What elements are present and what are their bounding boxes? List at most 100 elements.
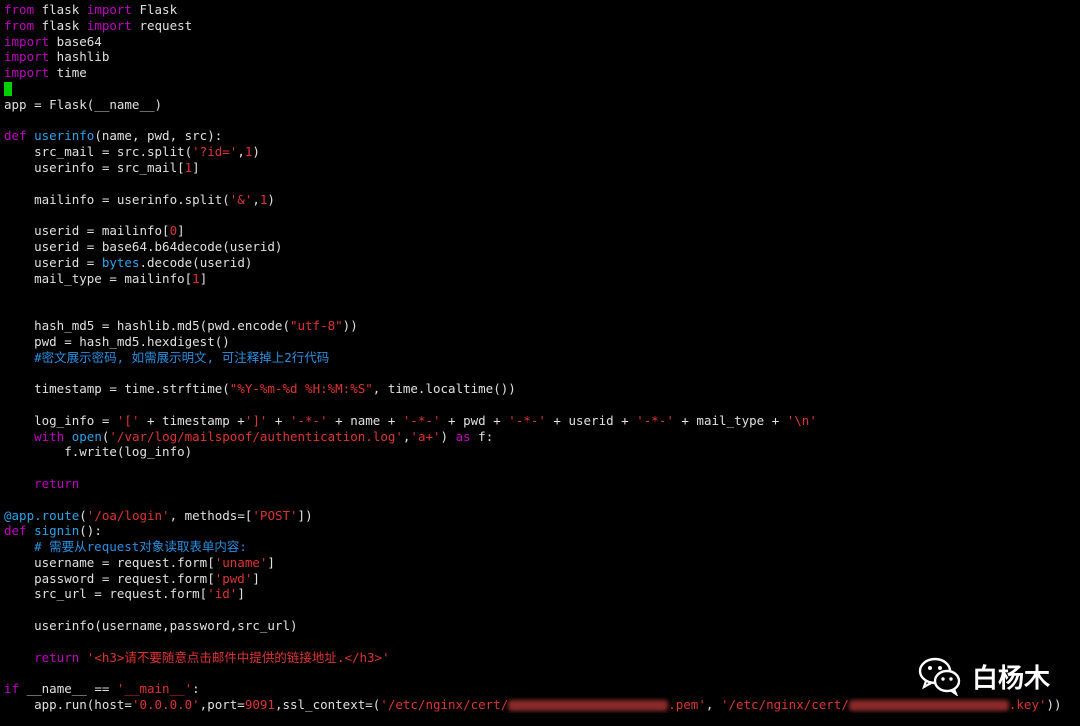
code-text: ) [440, 428, 456, 444]
string-literal: '-*-' [289, 412, 328, 428]
code-line-23: #密文展示密码, 如需展示明文, 可注释掉上2行代码 [4, 350, 1080, 366]
code-text: mail_type = mailinfo[ [4, 270, 193, 286]
keyword: with [34, 428, 65, 444]
code-text: (name, pwd, src): [94, 128, 223, 144]
code-line-40: userinfo(username,password,src_url) [4, 618, 1080, 634]
code-text: src_mail = src.split( [4, 144, 193, 160]
code-editor[interactable]: from flask import Flask from flask impor… [4, 2, 1080, 726]
string-literal: '/etc/nginx/cert/ [720, 697, 849, 713]
string-literal: '/oa/login' [86, 507, 170, 523]
code-line-6 [4, 81, 1080, 97]
keyword: from [4, 17, 35, 33]
code-line-16: userid = base64.b64decode(userid) [4, 239, 1080, 255]
string-literal: .pem' [668, 697, 706, 713]
code-text: userid = [4, 254, 102, 270]
keyword: from [4, 2, 35, 17]
code-text: log_info = [4, 412, 117, 428]
string-literal: .key' [1008, 697, 1047, 713]
code-text: : [192, 681, 200, 697]
keyword: import [86, 2, 132, 17]
string-literal: '?id=' [192, 144, 238, 160]
code-text: ) [252, 144, 260, 160]
code-text: __name__ == [19, 681, 117, 697]
builtin-name: bytes [101, 254, 140, 270]
code-line-1: from flask import Flask [4, 2, 1080, 18]
keyword: if [4, 681, 20, 697]
builtin-name: open [71, 428, 102, 444]
code-comment: # 需要从request对象读取表单内容: [4, 539, 247, 555]
code-text: ] [267, 554, 275, 570]
code-text: ,ssl_context=( [274, 697, 381, 713]
code-text: + name + [327, 412, 403, 428]
code-text: + pwd + [440, 412, 509, 428]
string-literal: "utf-8" [289, 317, 343, 333]
code-line-2: from flask import request [4, 18, 1080, 34]
code-text: app.run(host= [4, 697, 132, 713]
keyword: import [4, 49, 50, 65]
wechat-icon [918, 657, 961, 696]
number-literal: 0 [169, 223, 178, 239]
code-text: mailinfo = userinfo.split( [4, 191, 230, 207]
code-line-10: src_mail = src.split('?id=',1) [4, 144, 1080, 160]
string-literal: '/etc/nginx/cert/ [380, 697, 509, 713]
code-text: base64 [49, 33, 102, 49]
keyword: import [86, 17, 132, 33]
code-text: time [49, 65, 87, 81]
code-line-3: import base64 [4, 34, 1080, 50]
code-text: pwd = hash_md5.hexdigest() [4, 333, 230, 349]
string-literal: '/var/log/mailspoof/authentication.log' [109, 428, 403, 444]
string-literal: '-*-' [636, 412, 674, 428]
code-text: + mail_type + [673, 412, 787, 428]
code-text: app = Flask(__name__) [4, 96, 163, 112]
code-line-7: app = Flask(__name__) [4, 97, 1080, 113]
code-text: password = request.form[ [4, 570, 215, 586]
string-literal: '-*-' [402, 412, 441, 428]
string-literal: 'a+' [410, 428, 441, 444]
string-literal: '__main__' [116, 681, 193, 697]
string-literal: '<h3>请不要随意点击邮件中提供的链接地址.</h3>' [86, 649, 390, 665]
redacted-path [848, 700, 1009, 712]
code-text: f: [470, 428, 494, 444]
keyword: import [4, 65, 50, 81]
string-literal: 'POST' [252, 507, 298, 523]
function-name: userinfo [34, 128, 95, 144]
code-text: , time.localtime()) [372, 381, 516, 397]
code-text: ) [267, 191, 275, 207]
code-text: + [267, 412, 290, 428]
string-literal: '0.0.0.0' [131, 697, 200, 713]
code-text: username = request.form[ [4, 554, 215, 570]
code-line-25: timestamp = time.strftime("%Y-%m-%d %H:%… [4, 381, 1080, 397]
code-text: ,port= [199, 697, 245, 713]
code-line-18: mail_type = mailinfo[1] [4, 271, 1080, 287]
code-text: timestamp = time.strftime( [4, 381, 230, 397]
code-text: ] [199, 270, 208, 286]
code-line-37: password = request.form['pwd'] [4, 571, 1080, 587]
string-literal: '[' [116, 412, 140, 428]
code-line-33: @app.route('/oa/login', methods=['POST']… [4, 508, 1080, 524]
code-text: hashlib [49, 49, 110, 65]
code-text: flask [34, 2, 87, 17]
string-literal: 'uname' [214, 554, 268, 570]
code-text: request [131, 17, 193, 33]
code-comment: #密文展示密码, 如需展示明文, 可注释掉上2行代码 [4, 349, 330, 365]
code-line-4: import hashlib [4, 49, 1080, 65]
code-text: userinfo = src_mail[ [4, 159, 185, 175]
code-line-21: hash_md5 = hashlib.md5(pwd.encode("utf-8… [4, 318, 1080, 334]
code-line-36: username = request.form['uname'] [4, 555, 1080, 571]
watermark: 白杨木 [918, 656, 1050, 696]
code-text: , [237, 144, 245, 160]
